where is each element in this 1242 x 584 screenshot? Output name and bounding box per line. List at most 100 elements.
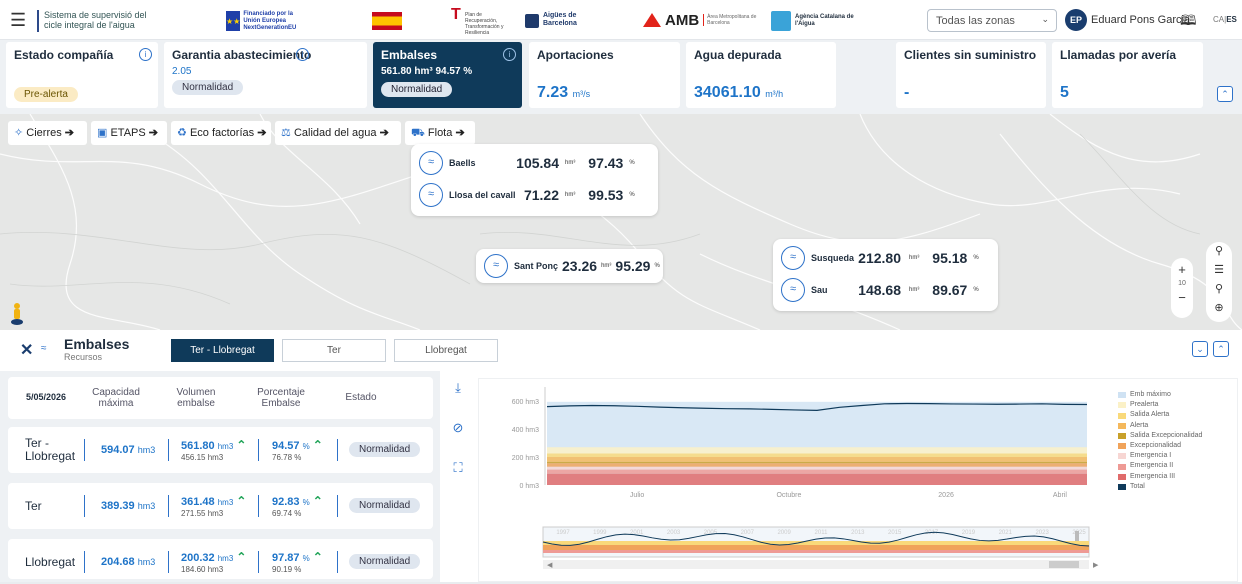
scroll-left-icon: ◀: [547, 562, 553, 569]
layer-cierres[interactable]: ✧ Cierres ➔: [8, 121, 87, 145]
reservoir-baells[interactable]: ≈ Baells 105.84 hm³ 97.43 %: [419, 150, 635, 176]
reservoir-susqueda[interactable]: ≈ Susqueda 212.80 hm³ 95.18 %: [781, 245, 979, 271]
fullscreen-icon[interactable]: ⛶: [446, 460, 470, 500]
water-icon: ≈: [419, 151, 443, 175]
chart-legend: Emb máximo Prealerta Salida Alerta Alerta Sa…: [1118, 390, 1202, 492]
map-popup-sant-ponc[interactable]: ≈ Sant Ponç 23.26 hm³ 95.29 %: [476, 249, 663, 283]
tab-ter-llobregat[interactable]: Ter - Llobregat: [171, 339, 274, 362]
legend-item[interactable]: Total: [1118, 482, 1202, 492]
hide-icon[interactable]: ⊘: [446, 420, 470, 460]
navigator-year-label: 2013: [851, 530, 865, 536]
navigator-band: [543, 545, 1089, 550]
user-name[interactable]: Eduard Pons Garcia: [1091, 14, 1190, 26]
y-tick-label: 400 hm3: [512, 427, 539, 434]
street-view-pegman-icon[interactable]: [10, 302, 24, 326]
language-switch[interactable]: CA|ES: [1213, 15, 1237, 24]
legend-item[interactable]: Emergencia III: [1118, 472, 1202, 482]
legend-item[interactable]: Excepcionalidad: [1118, 441, 1202, 451]
legend-item[interactable]: Salida Alerta: [1118, 410, 1202, 420]
legend-item[interactable]: Prealerta: [1118, 400, 1202, 410]
eu-logo: ★★ Financiado por la Unión Europea NextGe…: [226, 10, 297, 31]
band-emergencia-i: [547, 466, 1087, 470]
legend-item[interactable]: Emergencia II: [1118, 461, 1202, 471]
navigator-handle: [1075, 531, 1079, 541]
legend-item[interactable]: Alerta: [1118, 421, 1202, 431]
card-estado[interactable]: Estado compañía i Pre-alerta: [6, 42, 158, 108]
water-icon: ≈: [781, 246, 805, 270]
navigator-year-label: 2009: [777, 530, 791, 536]
close-icon[interactable]: ✕: [20, 340, 33, 360]
water-icon: ≈: [781, 278, 805, 302]
avatar[interactable]: EP: [1065, 9, 1087, 31]
layer-flota[interactable]: ⛟ Flota ➔: [405, 121, 475, 145]
card-aportaciones[interactable]: Aportaciones 7.23 m³/s: [529, 42, 680, 108]
arrow-up-icon: ⌃: [312, 550, 323, 564]
arrow-up-icon: ⌃: [236, 438, 247, 452]
zone-select[interactable]: Todas las zonas ⌄: [927, 9, 1057, 32]
info-icon[interactable]: i: [503, 48, 516, 61]
band-alerta: [547, 457, 1087, 462]
map-popup-baells-llosa[interactable]: ≈ Baells 105.84 hm³ 97.43 % ≈ Llosa del …: [411, 144, 658, 216]
layer-etaps[interactable]: ▣ ETAPS ➔: [91, 121, 167, 145]
tab-ter[interactable]: Ter: [282, 339, 386, 362]
card-garantia[interactable]: Garantia abastecimiento i 2.05 Normalida…: [164, 42, 367, 108]
reservoir-sau[interactable]: ≈ Sau 148.68 hm³ 89.67 %: [781, 277, 979, 303]
book-icon[interactable]: 🕮: [1180, 10, 1197, 34]
layers-icon[interactable]: ☰: [1206, 261, 1232, 280]
legend-item[interactable]: Salida Excepcionalidad: [1118, 431, 1202, 441]
chevron-up-icon[interactable]: ⌃: [1213, 341, 1229, 357]
status-badge: Normalidad: [349, 442, 421, 457]
navigator-year-label: 2007: [741, 530, 755, 536]
table-row[interactable]: Llobregat 204.68 hm3 200.32 hm3 ⌃ 184.60 …: [8, 539, 433, 579]
zoom-level: 10: [1178, 280, 1186, 287]
chevron-down-icon: ⌄: [1041, 14, 1049, 24]
zoom-out-icon[interactable]: −: [1171, 290, 1193, 305]
legend-item[interactable]: Emb máximo: [1118, 390, 1202, 400]
arrow-up-icon: ⌃: [236, 494, 247, 508]
navigator-year-label: 2015: [888, 530, 902, 536]
search-icon[interactable]: ⚲: [1206, 280, 1232, 299]
recovery-plan-logo: Plan de Recuperación, Transformación y R…: [451, 12, 511, 36]
card-embalses[interactable]: Embalses i 561.80 hm³ 94.57 % Normalidad: [373, 42, 522, 108]
navigator-year-label: 1997: [556, 530, 570, 536]
arrow-up-icon: ⌃: [236, 550, 247, 564]
tab-llobregat[interactable]: Llobregat: [394, 339, 498, 362]
zoom-in-icon[interactable]: +: [1171, 262, 1193, 277]
map-pin-icon[interactable]: ⚲: [1206, 242, 1232, 261]
card-agua-depurada[interactable]: Agua depurada 34061.10 m³/h: [686, 42, 836, 108]
info-icon[interactable]: i: [139, 48, 152, 61]
chevron-up-icon[interactable]: ⌃: [1217, 86, 1233, 102]
table-date: 5/05/2026: [26, 392, 67, 402]
reservoir-sant-ponc[interactable]: ≈ Sant Ponç 23.26 hm³ 95.29 %: [484, 253, 660, 279]
table-row[interactable]: Ter - Llobregat 594.07 hm3 561.80 hm3 ⌃ 4…: [8, 427, 433, 473]
card-llamadas[interactable]: Llamadas por avería 5: [1052, 42, 1203, 108]
navigator-band: [543, 550, 1089, 553]
locate-icon[interactable]: ⊕: [1206, 299, 1232, 318]
navigator-year-label: 1999: [593, 530, 607, 536]
status-badge: Normalidad: [172, 80, 244, 95]
navigator-band: [543, 541, 1089, 545]
panel-subtitle: Recursos: [64, 352, 103, 362]
x-tick-label: Octubre: [776, 492, 801, 499]
amb-logo: AMB Àrea Metropolitana de Barcelona: [643, 10, 763, 30]
map[interactable]: ✧ Cierres ➔ ▣ ETAPS ➔ ♻ Eco factorías ➔ …: [0, 114, 1242, 330]
info-icon[interactable]: i: [296, 48, 309, 61]
card-clientes[interactable]: Clientes sin suministro -: [896, 42, 1046, 108]
legend-item[interactable]: Emergencia I: [1118, 451, 1202, 461]
download-icon[interactable]: ⤓: [446, 380, 470, 420]
band-excepcionalidad: [547, 463, 1087, 467]
chevron-down-icon[interactable]: ⌄: [1192, 341, 1208, 357]
navigator-year-label: 2003: [667, 530, 681, 536]
layer-eco-factorias[interactable]: ♻ Eco factorías ➔: [171, 121, 271, 145]
hamburger-icon[interactable]: ☰: [10, 10, 26, 30]
spain-logo: [372, 12, 442, 30]
map-popup-susqueda-sau[interactable]: ≈ Susqueda 212.80 hm³ 95.18 % ≈ Sau 148.…: [773, 239, 998, 311]
layer-calidad-agua[interactable]: ⚖ Calidad del agua ➔: [275, 121, 401, 145]
aigues-barcelona-logo: Aigües de Barcelona: [525, 12, 585, 30]
status-badge: Normalidad: [349, 554, 421, 569]
reservoir-table: 5/05/2026 Capacidad máxima Volumen embal…: [0, 371, 440, 582]
reservoir-llosa[interactable]: ≈ Llosa del cavall 71.22 hm³ 99.53 %: [419, 182, 635, 208]
table-row[interactable]: Ter 389.39 hm3 361.48 hm3 ⌃ 271.55 hm3 92…: [8, 483, 433, 529]
navigator-year-label: 2019: [962, 530, 976, 536]
y-tick-label: 600 hm3: [512, 399, 539, 406]
